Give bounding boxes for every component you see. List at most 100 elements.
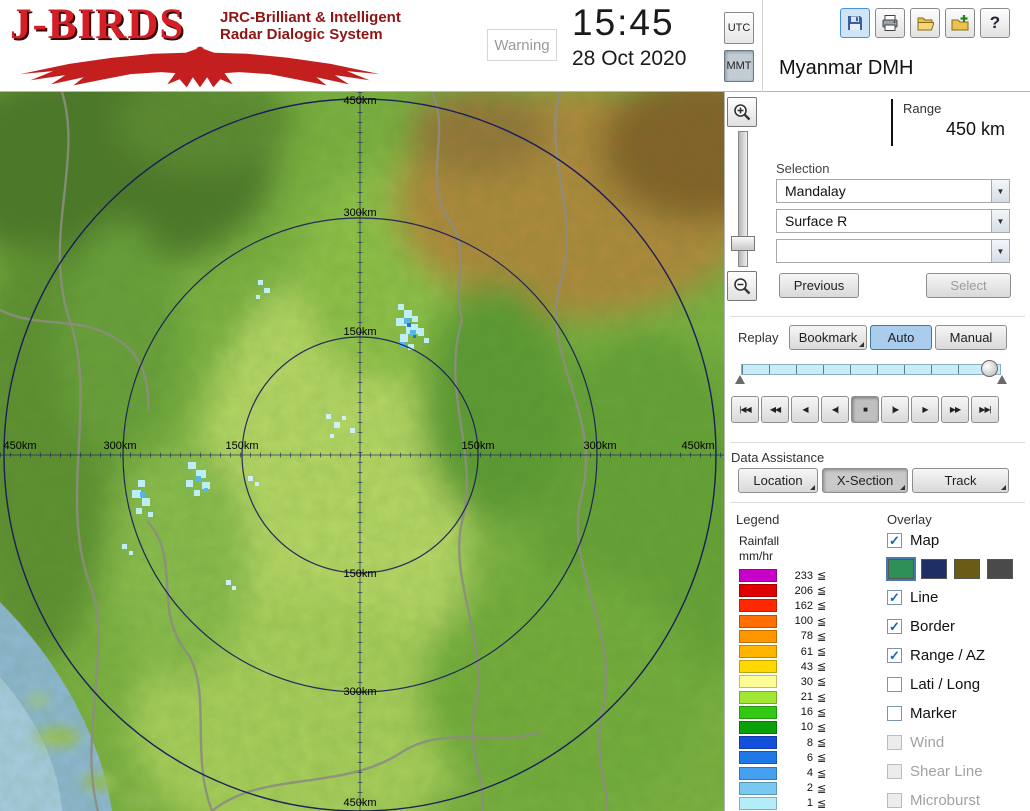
legend-suffix: ≦ (817, 570, 827, 583)
map-style-dark-gray[interactable] (987, 559, 1013, 579)
dropdown-corner-icon (810, 485, 815, 490)
select-button[interactable]: Select (926, 273, 1011, 298)
jbirds-app-window: J-BIRDS JRC-Brilliant & Intelligent Rada… (0, 0, 1030, 811)
zoom-out-button[interactable] (727, 271, 757, 301)
checkbox-range-az[interactable]: ✓ (887, 648, 902, 663)
legend-color-swatch (739, 599, 777, 613)
reverse-play-button[interactable]: ◀ (791, 396, 819, 423)
x-section-button[interactable]: X-Section (822, 468, 908, 493)
track-button[interactable]: Track (912, 468, 1009, 493)
legend-value: 4 (806, 767, 813, 780)
separator (730, 502, 1025, 503)
legend-value: 10 (800, 721, 813, 734)
legend-suffix: ≦ (817, 615, 827, 628)
selection-dropdown-2[interactable]: ▼ (776, 239, 1010, 263)
skip-to-end-button[interactable]: ▶▶| (971, 396, 999, 423)
legend-suffix: ≦ (817, 646, 827, 659)
play-button[interactable]: ▶ (911, 396, 939, 423)
checkbox-marker[interactable] (887, 706, 902, 721)
zoom-slider-thumb[interactable] (731, 236, 755, 251)
dropdown-arrow-button[interactable]: ▼ (991, 210, 1009, 232)
current-time: 15:45 (572, 2, 675, 43)
legend-color-swatch (739, 690, 777, 704)
ring-label-horizontal: 150km (225, 440, 258, 452)
legend-suffix: ≦ (817, 661, 827, 674)
warning-status-label: Warning (494, 36, 550, 54)
legend-suffix: ≦ (817, 797, 827, 810)
legend-color-swatch (739, 675, 777, 689)
legend-suffix: ≦ (817, 752, 827, 765)
control-panel: Range 450 km Selection Mandalay ▼ Surface … (724, 92, 1030, 811)
previous-button[interactable]: Previous (779, 273, 859, 298)
organization-name: Myanmar DMH (779, 57, 914, 79)
map-style-navy[interactable] (921, 559, 947, 579)
import-image-button[interactable] (945, 8, 975, 38)
legend-row: 2 ≦ (739, 781, 826, 796)
zoom-slider-track[interactable] (731, 131, 755, 267)
map-style-swatches (886, 555, 1029, 583)
legend-suffix: ≦ (817, 600, 827, 613)
map-style-terrain-green[interactable] (886, 557, 916, 581)
legend-row: 61 ≦ (739, 644, 826, 659)
ring-label-vertical: 300km (343, 207, 376, 219)
skip-to-start-button[interactable]: |◀◀ (731, 396, 759, 423)
print-button[interactable] (875, 8, 905, 38)
fast-forward-button[interactable]: ▶▶ (941, 396, 969, 423)
selection-dropdown-1[interactable]: Surface R ▼ (776, 209, 1010, 233)
checkbox-shear-line (887, 764, 902, 779)
save-icon (848, 16, 862, 30)
overlay-item-border: ✓ Border (887, 612, 1029, 641)
legend-suffix: ≦ (817, 691, 827, 704)
selection-dropdown-0[interactable]: Mandalay ▼ (776, 179, 1010, 203)
button-label: Location (753, 473, 803, 488)
toolbar: ? (840, 8, 1010, 38)
dropdown-arrow-button[interactable]: ▼ (991, 240, 1009, 262)
legend-suffix: ≦ (817, 630, 827, 643)
checkbox-microburst (887, 793, 902, 808)
import-image-icon (951, 15, 969, 31)
help-icon: ? (989, 13, 1001, 32)
dropdown-corner-icon (900, 485, 905, 490)
app-logo-subtitle-line1: JRC-Brilliant & Intelligent (220, 9, 401, 26)
legend-color-swatch (739, 736, 777, 750)
legend-suffix: ≦ (817, 721, 827, 734)
legend-unit: mm/hr (739, 549, 773, 563)
legend-color-swatch (739, 796, 777, 810)
checkbox-lati-long[interactable] (887, 677, 902, 692)
legend-color-swatch (739, 629, 777, 643)
timezone-button-mmt[interactable]: MMT (724, 50, 754, 82)
fast-rewind-button[interactable]: ◀◀ (761, 396, 789, 423)
overlay-title: Overlay (887, 512, 932, 527)
range-display: Range 450 km (778, 97, 1011, 147)
zoom-out-icon (734, 278, 751, 295)
map-style-olive[interactable] (954, 559, 980, 579)
save-button[interactable] (840, 8, 870, 38)
timeline-thumb[interactable] (981, 360, 998, 377)
overlay-item-map: ✓ Map (887, 526, 1029, 555)
replay-auto-button[interactable]: Auto (870, 325, 932, 350)
checkbox-border[interactable]: ✓ (887, 619, 902, 634)
overlay-item-wind: Wind (887, 728, 1029, 757)
step-back-button[interactable]: ◀| (821, 396, 849, 423)
help-button[interactable]: ? (980, 8, 1010, 38)
radar-map-canvas[interactable]: 450km 300km 150km 150km 300km 450km 450km 300km… (0, 92, 724, 811)
checkbox-line[interactable]: ✓ (887, 590, 902, 605)
zoom-in-button[interactable] (727, 97, 757, 127)
ring-label-horizontal: 300km (583, 440, 616, 452)
replay-bookmark-button[interactable]: Bookmark (789, 325, 867, 350)
open-folder-button[interactable] (910, 8, 940, 38)
ring-label-vertical: 450km (343, 95, 376, 107)
legend-value: 78 (800, 630, 813, 643)
stop-button[interactable]: ■ (851, 396, 879, 423)
location-button[interactable]: Location (738, 468, 818, 493)
timezone-button-utc[interactable]: UTC (724, 12, 754, 44)
legend-suffix: ≦ (817, 737, 827, 750)
timeline-track[interactable] (741, 364, 1001, 375)
replay-manual-button[interactable]: Manual (935, 325, 1007, 350)
legend-row: 6 ≦ (739, 750, 826, 765)
step-forward-button[interactable]: |▶ (881, 396, 909, 423)
radar-map[interactable]: 450km 300km 150km 150km 300km 450km 450km 300km… (0, 92, 724, 811)
legend-value: 206 (794, 584, 813, 597)
dropdown-arrow-button[interactable]: ▼ (991, 180, 1009, 202)
checkbox-map[interactable]: ✓ (887, 533, 902, 548)
